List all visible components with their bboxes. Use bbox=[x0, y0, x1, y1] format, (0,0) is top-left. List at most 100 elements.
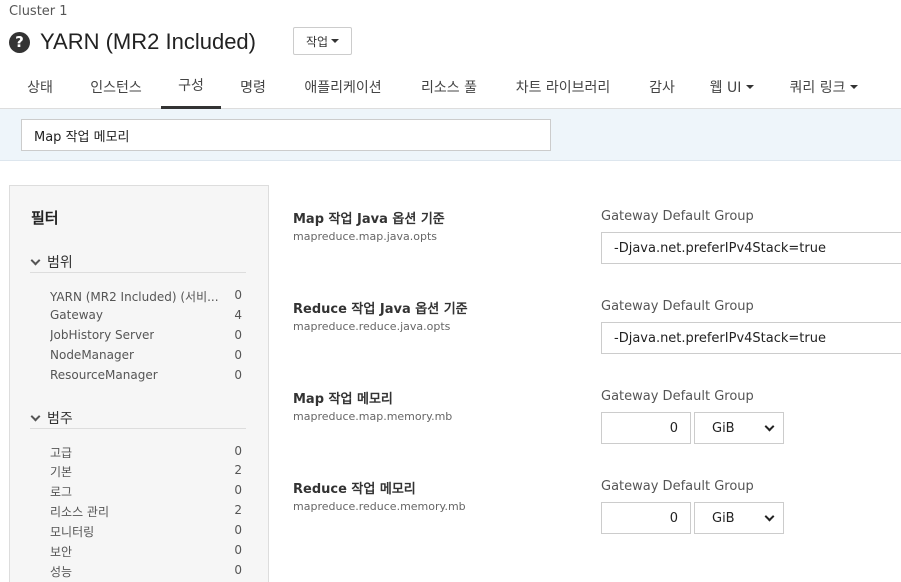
filter-item-label: ResourceManager bbox=[50, 368, 158, 382]
select-value: GiB bbox=[712, 510, 735, 526]
filter-item-label: 성능 bbox=[50, 565, 73, 579]
filter-title: 필터 bbox=[31, 209, 59, 227]
map-java-opts-field[interactable]: -Djava.net.preferIPv4Stack=true bbox=[601, 232, 901, 264]
filter-item-count: 0 bbox=[234, 523, 242, 537]
filter-item-jobhistory-server[interactable]: JobHistory Server 0 bbox=[50, 328, 242, 346]
search-band bbox=[0, 109, 901, 161]
tab-label: 인스턴스 bbox=[90, 79, 142, 96]
filter-group-category[interactable]: 범주 bbox=[30, 407, 246, 429]
reduce-java-opts-field[interactable]: -Djava.net.preferIPv4Stack=true bbox=[601, 322, 901, 354]
filter-panel: 필터 범위 YARN (MR2 Included) (서비... 0 Gatewa… bbox=[9, 185, 269, 582]
tab-label: 상태 bbox=[27, 79, 53, 96]
property-name: Map 작업 메모리 bbox=[293, 392, 393, 407]
filter-group-scope[interactable]: 범위 bbox=[30, 251, 246, 273]
filter-item-label: 리소스 관리 bbox=[50, 505, 110, 519]
caret-down-icon bbox=[850, 84, 859, 89]
tab-bar: 상태 인스턴스 구성 명령 애플리케이션 리소스 풀 차트 라이브러리 감사 웹… bbox=[0, 64, 901, 109]
filter-item-label: Gateway bbox=[50, 308, 104, 322]
filter-item-label: 로그 bbox=[50, 485, 73, 499]
page-header: ? YARN (MR2 Included) bbox=[9, 27, 256, 57]
tab-commands[interactable]: 명령 bbox=[227, 64, 279, 109]
tab-audits[interactable]: 감사 bbox=[639, 64, 685, 109]
map-memory-input[interactable]: 0 bbox=[601, 412, 691, 444]
filter-group-label: 범위 bbox=[47, 254, 73, 271]
tab-web-ui[interactable]: 웹 UI bbox=[700, 64, 764, 109]
property-scope: Gateway Default Group bbox=[601, 209, 754, 224]
page-title: YARN (MR2 Included) bbox=[40, 29, 256, 54]
chevron-down-icon bbox=[764, 511, 775, 521]
property-key: mapreduce.map.memory.mb bbox=[293, 410, 453, 423]
property-key: mapreduce.reduce.java.opts bbox=[293, 320, 451, 333]
filter-item-count: 0 bbox=[234, 543, 242, 557]
select-value: GiB bbox=[712, 420, 735, 436]
chevron-down-icon bbox=[30, 255, 41, 265]
filter-item-label: 기본 bbox=[50, 465, 73, 479]
tab-resource-pools[interactable]: 리소스 풀 bbox=[411, 64, 487, 109]
map-memory-unit-select[interactable]: GiB bbox=[694, 412, 784, 444]
filter-item-yarn-service[interactable]: YARN (MR2 Included) (서비... 0 bbox=[50, 288, 242, 306]
tab-instances[interactable]: 인스턴스 bbox=[76, 64, 156, 109]
help-icon[interactable]: ? bbox=[9, 31, 30, 53]
filter-item-monitoring[interactable]: 모니터링 0 bbox=[50, 523, 242, 541]
filter-item-main[interactable]: 기본 2 bbox=[50, 463, 242, 481]
tab-label: 감사 bbox=[649, 79, 675, 96]
reduce-memory-input[interactable]: 0 bbox=[601, 502, 691, 534]
filter-item-performance[interactable]: 성능 0 bbox=[50, 563, 242, 581]
chevron-down-icon bbox=[30, 411, 41, 421]
tab-label: 웹 UI bbox=[709, 79, 742, 96]
filter-item-count: 4 bbox=[234, 308, 242, 322]
actions-dropdown-button[interactable]: 작업 bbox=[293, 27, 352, 55]
filter-item-gateway[interactable]: Gateway 4 bbox=[50, 308, 242, 326]
tab-applications[interactable]: 애플리케이션 bbox=[290, 64, 396, 109]
tab-label: 차트 라이브러리 bbox=[515, 79, 611, 96]
filter-item-resourcemanager[interactable]: ResourceManager 0 bbox=[50, 368, 242, 386]
field-value: -Djava.net.preferIPv4Stack=true bbox=[614, 240, 826, 256]
property-name: Reduce 작업 Java 옵션 기준 bbox=[293, 302, 468, 317]
field-value: -Djava.net.preferIPv4Stack=true bbox=[614, 330, 826, 346]
tab-configuration[interactable]: 구성 bbox=[161, 64, 221, 109]
tab-label: 리소스 풀 bbox=[421, 79, 477, 96]
filter-item-security[interactable]: 보안 0 bbox=[50, 543, 242, 561]
filter-group-label: 범주 bbox=[47, 410, 73, 427]
property-scope: Gateway Default Group bbox=[601, 299, 754, 314]
filter-item-nodemanager[interactable]: NodeManager 0 bbox=[50, 348, 242, 366]
filter-item-count: 2 bbox=[234, 463, 242, 477]
actions-label: 작업 bbox=[305, 34, 329, 49]
caret-down-icon bbox=[746, 84, 755, 89]
chevron-down-icon bbox=[764, 421, 775, 431]
filter-item-label: NodeManager bbox=[50, 348, 134, 362]
filter-item-count: 0 bbox=[234, 328, 242, 342]
field-value: 0 bbox=[669, 510, 678, 526]
filter-item-label: 고급 bbox=[50, 446, 73, 460]
filter-item-advanced[interactable]: 고급 0 bbox=[50, 444, 242, 462]
property-name: Reduce 작업 메모리 bbox=[293, 482, 416, 497]
filter-item-count: 0 bbox=[234, 348, 242, 362]
property-key: mapreduce.map.java.opts bbox=[293, 230, 437, 243]
filter-item-count: 0 bbox=[234, 368, 242, 382]
property-name: Map 작업 Java 옵션 기준 bbox=[293, 212, 445, 227]
filter-item-label: 모니터링 bbox=[50, 525, 95, 539]
tab-quick-links[interactable]: 쿼리 링크 bbox=[778, 64, 870, 109]
tab-label: 구성 bbox=[178, 78, 204, 94]
reduce-memory-unit-select[interactable]: GiB bbox=[694, 502, 784, 534]
caret-down-icon bbox=[331, 39, 340, 43]
filter-item-logs[interactable]: 로그 0 bbox=[50, 483, 242, 501]
tab-label: 명령 bbox=[240, 79, 266, 96]
filter-item-label: YARN (MR2 Included) (서비... bbox=[50, 290, 219, 304]
tab-status[interactable]: 상태 bbox=[10, 64, 70, 109]
tab-label: 애플리케이션 bbox=[304, 79, 382, 96]
filter-item-label: 보안 bbox=[50, 545, 73, 559]
filter-item-count: 0 bbox=[234, 288, 242, 302]
filter-item-count: 0 bbox=[234, 444, 242, 458]
filter-item-label: JobHistory Server bbox=[50, 328, 155, 342]
tab-chart-library[interactable]: 차트 라이브러리 bbox=[503, 64, 623, 109]
filter-item-count: 0 bbox=[234, 483, 242, 497]
property-scope: Gateway Default Group bbox=[601, 389, 754, 404]
filter-item-count: 0 bbox=[234, 563, 242, 577]
cluster-name[interactable]: Cluster 1 bbox=[9, 4, 68, 19]
filter-item-resource-management[interactable]: 리소스 관리 2 bbox=[50, 503, 242, 521]
property-key: mapreduce.reduce.memory.mb bbox=[293, 500, 466, 513]
search-input[interactable] bbox=[21, 119, 551, 151]
filter-item-count: 2 bbox=[234, 503, 242, 517]
property-scope: Gateway Default Group bbox=[601, 479, 754, 494]
